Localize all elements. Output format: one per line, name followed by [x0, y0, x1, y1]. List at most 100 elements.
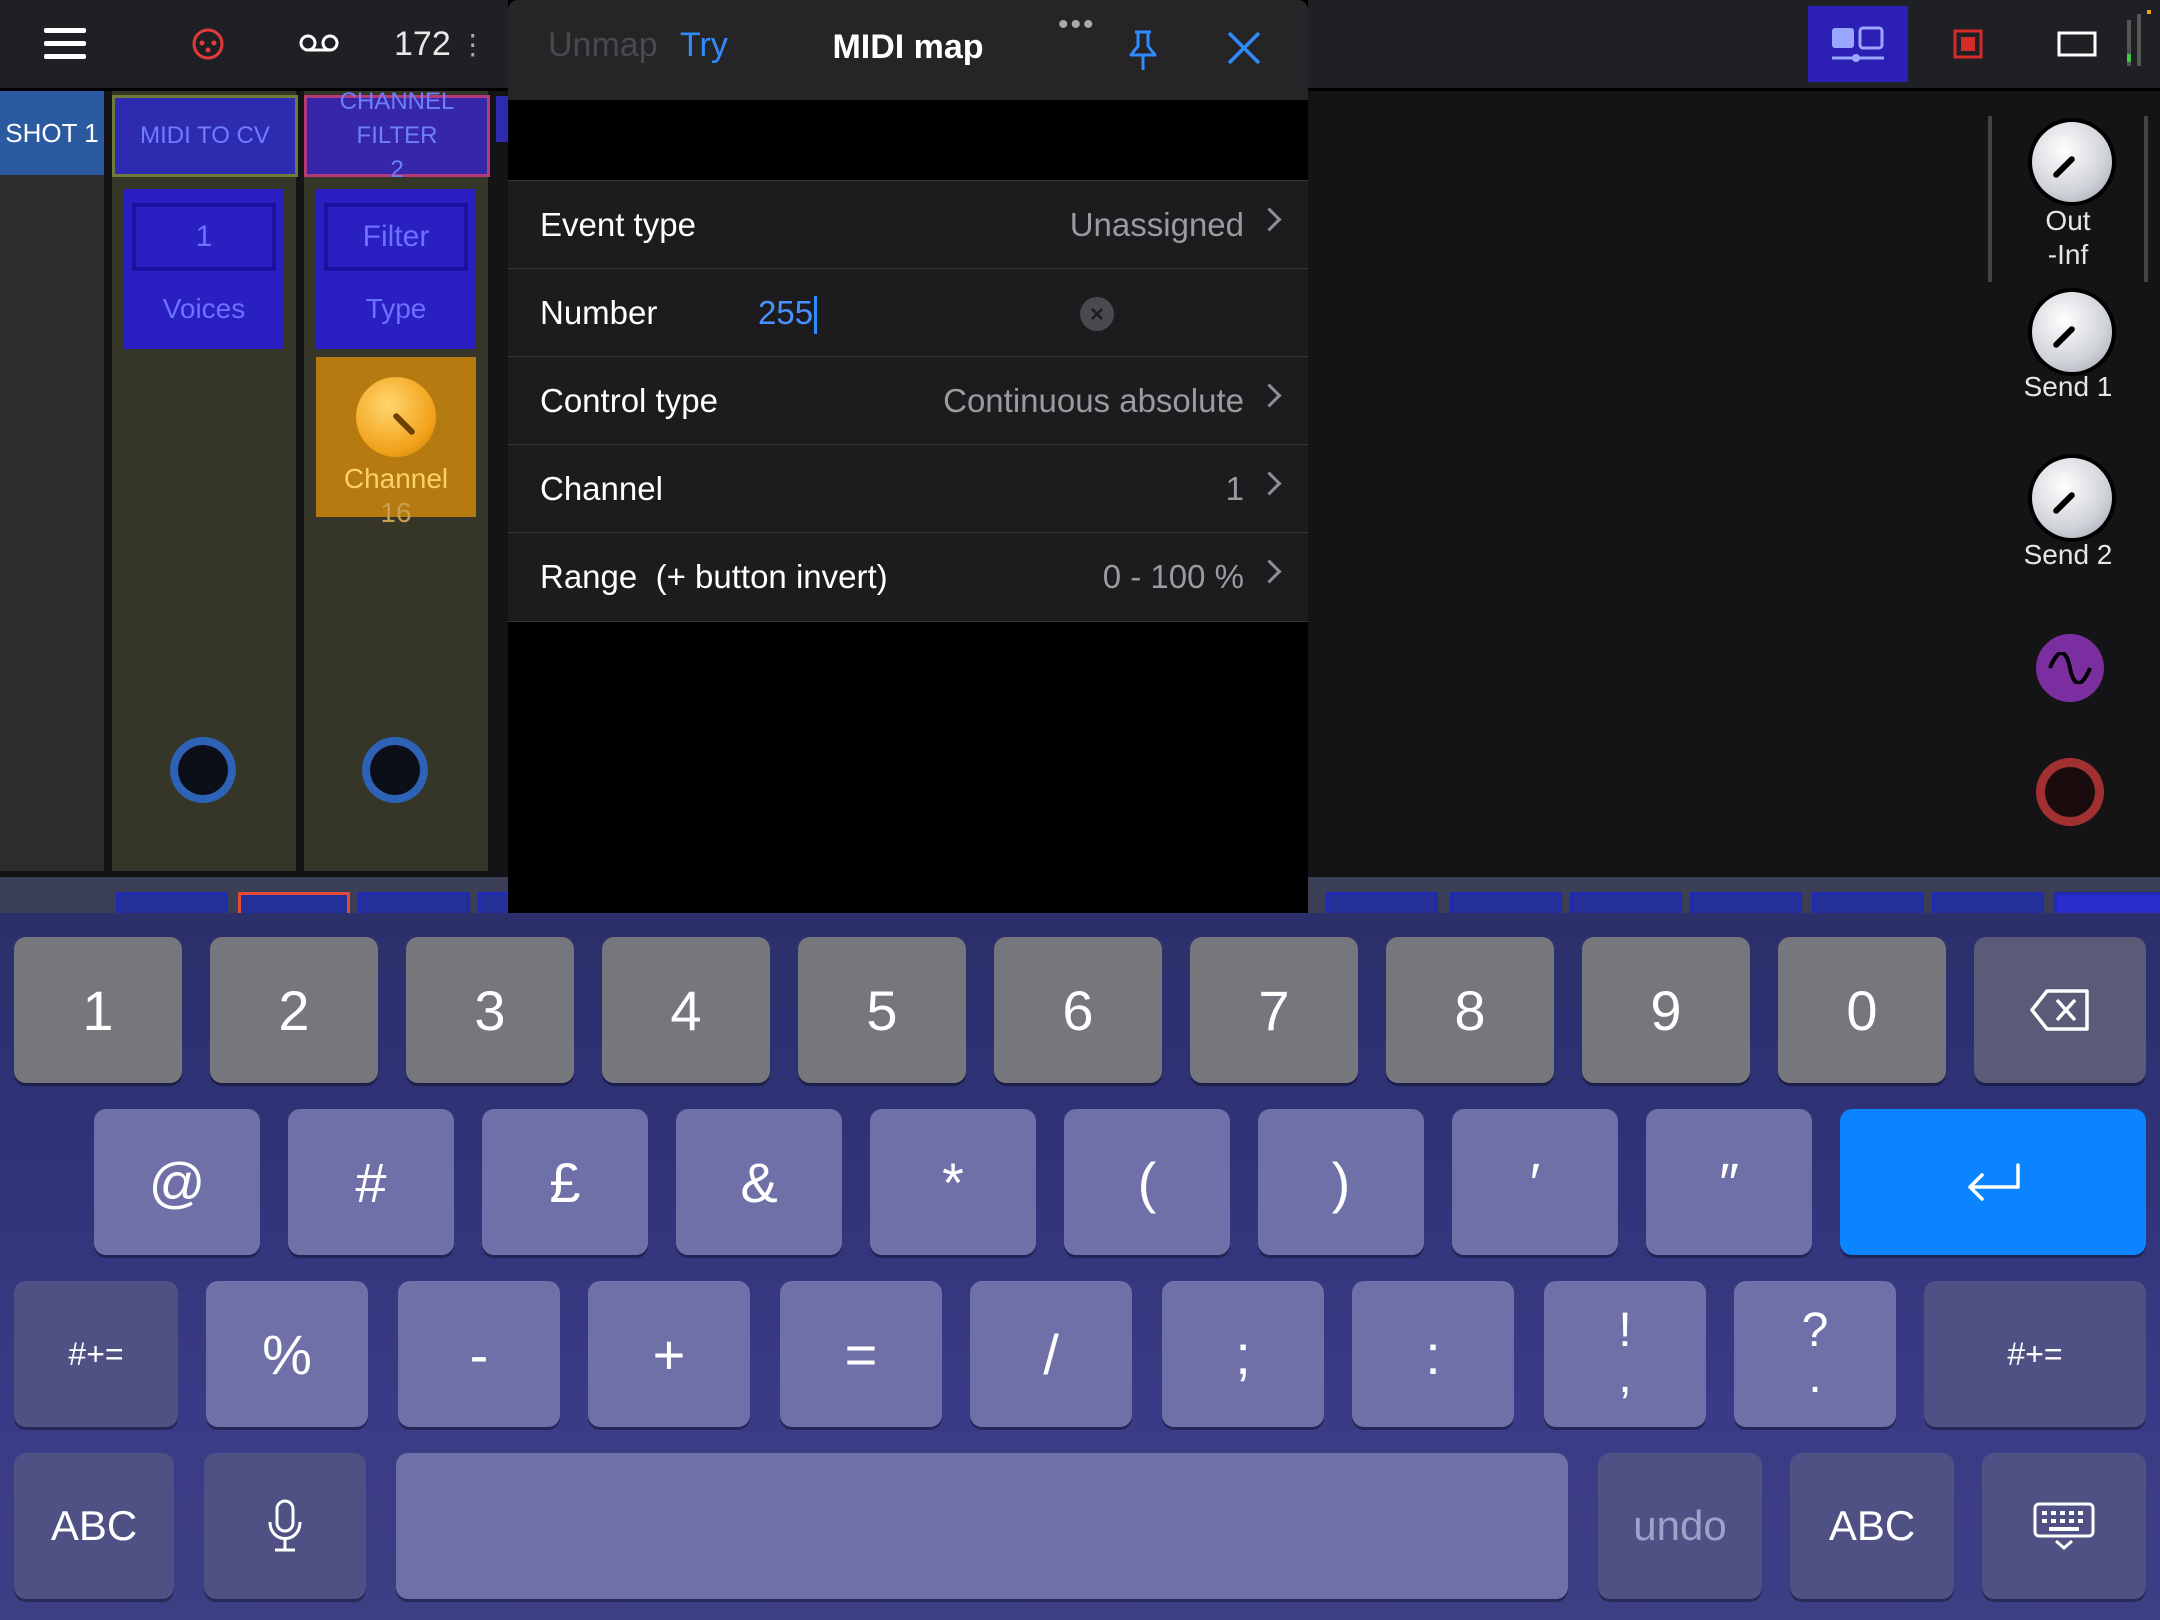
- key-double-prime[interactable]: ″: [1646, 1109, 1812, 1255]
- strip-tab[interactable]: [116, 892, 228, 915]
- key-2[interactable]: 2: [210, 937, 378, 1083]
- more-symbols-key[interactable]: #+=: [14, 1281, 178, 1427]
- dismiss-keyboard-key[interactable]: [1982, 1453, 2146, 1599]
- tempo-value: 172: [394, 24, 451, 63]
- lfo-wave-icon[interactable]: [2036, 634, 2104, 702]
- strip-tab[interactable]: [1932, 892, 2044, 915]
- key-1[interactable]: 1: [14, 937, 182, 1083]
- hamburger-menu-icon[interactable]: [40, 20, 90, 66]
- midi-output-port-icon[interactable]: [2036, 758, 2104, 826]
- channel-knob-icon[interactable]: [356, 377, 436, 457]
- strip-tab[interactable]: [358, 892, 470, 915]
- key-slash[interactable]: /: [970, 1281, 1132, 1427]
- return-key[interactable]: [1840, 1109, 2146, 1255]
- range-row[interactable]: Range (+ button invert) 0 - 100 %: [508, 532, 1308, 622]
- text-cursor: [814, 296, 818, 335]
- channel-knob-caption: Channel: [343, 463, 449, 494]
- record-stop-icon[interactable]: [1948, 24, 1988, 64]
- channel-filter-module: CHANNEL FILTER 2 Filter Type Channel 16: [304, 88, 490, 871]
- strip-tab[interactable]: [1326, 892, 1438, 915]
- key-prime[interactable]: ′: [1452, 1109, 1618, 1255]
- key-open-paren[interactable]: (: [1064, 1109, 1230, 1255]
- key-semicolon[interactable]: ;: [1162, 1281, 1324, 1427]
- midi-to-cv-module: MIDI TO CV 1 Voices: [112, 91, 298, 871]
- backspace-key[interactable]: [1974, 937, 2146, 1083]
- key-0[interactable]: 0: [1778, 937, 1946, 1083]
- number-field[interactable]: 255: [758, 269, 818, 357]
- key-hash[interactable]: #: [288, 1109, 454, 1255]
- unmap-button[interactable]: Unmap: [548, 26, 658, 65]
- key-asterisk[interactable]: *: [870, 1109, 1036, 1255]
- key-7[interactable]: 7: [1190, 937, 1358, 1083]
- key-4[interactable]: 4: [602, 937, 770, 1083]
- out-knob-icon[interactable]: [2028, 118, 2116, 206]
- key-3[interactable]: 3: [406, 937, 574, 1083]
- strip-tab[interactable]: [238, 892, 350, 915]
- clear-text-icon[interactable]: [1080, 297, 1114, 331]
- key-9[interactable]: 9: [1582, 937, 1750, 1083]
- key-colon[interactable]: :: [1352, 1281, 1514, 1427]
- strip-tab[interactable]: [1570, 892, 1682, 915]
- send-2-label: Send 2: [2023, 539, 2113, 570]
- key-equals[interactable]: =: [780, 1281, 942, 1427]
- key-ampersand[interactable]: &: [676, 1109, 842, 1255]
- strip-tab[interactable]: [1812, 892, 1924, 915]
- filter-type-parameter[interactable]: Filter Type: [316, 189, 476, 349]
- range-label-extra: (+ button invert): [655, 558, 888, 595]
- channel-filter-title-line2: 2: [390, 156, 404, 183]
- tape-loop-icon[interactable]: [296, 28, 342, 58]
- control-type-label: Control type: [540, 382, 718, 419]
- strip-tab[interactable]: [1690, 892, 1802, 915]
- tempo-display[interactable]: 172 ⋮: [394, 22, 487, 66]
- voices-parameter[interactable]: 1 Voices: [124, 189, 284, 349]
- key-plus[interactable]: +: [588, 1281, 750, 1427]
- key-8[interactable]: 8: [1386, 937, 1554, 1083]
- layout-toggle-button[interactable]: [1808, 6, 1908, 82]
- send-1-knob-icon[interactable]: [2028, 288, 2116, 376]
- space-key[interactable]: [396, 1453, 1568, 1599]
- voices-value: 1: [132, 203, 276, 271]
- window-icon[interactable]: [2054, 26, 2100, 62]
- undo-key[interactable]: undo: [1598, 1453, 1762, 1599]
- channel-knob-parameter[interactable]: Channel 16: [316, 357, 476, 528]
- key-question-period[interactable]: ?.: [1734, 1281, 1896, 1427]
- out-knob-label: Out: [2045, 205, 2091, 236]
- dictation-key[interactable]: [204, 1453, 366, 1599]
- key-close-paren[interactable]: ): [1258, 1109, 1424, 1255]
- key-6[interactable]: 6: [994, 937, 1162, 1083]
- channel-label: Channel: [540, 470, 663, 507]
- key-percent[interactable]: %: [206, 1281, 368, 1427]
- abc-key[interactable]: ABC: [14, 1453, 174, 1599]
- event-type-row[interactable]: Event type Unassigned: [508, 180, 1308, 269]
- midi-input-icon[interactable]: [188, 24, 228, 64]
- abc-key[interactable]: ABC: [1790, 1453, 1954, 1599]
- channel-filter-title-line1: CHANNEL FILTER: [339, 88, 455, 149]
- strip-tab[interactable]: [2054, 892, 2160, 915]
- strip-tab[interactable]: [1450, 892, 1562, 915]
- control-type-row[interactable]: Control type Continuous absolute: [508, 356, 1308, 445]
- key-period-glyph: .: [1808, 1350, 1822, 1403]
- more-options-icon[interactable]: •••: [1058, 8, 1096, 42]
- midi-to-cv-title[interactable]: MIDI TO CV: [112, 95, 298, 177]
- control-type-value: Continuous absolute: [943, 382, 1244, 419]
- close-icon[interactable]: [1226, 30, 1266, 70]
- try-button[interactable]: Try: [680, 26, 728, 65]
- voices-caption: Voices: [162, 293, 246, 324]
- key-5[interactable]: 5: [798, 937, 966, 1083]
- midi-port-icon[interactable]: [170, 737, 236, 803]
- chevron-right-icon: [1257, 559, 1282, 584]
- chevron-right-icon: [1257, 207, 1282, 232]
- range-value: 0 - 100 %: [1102, 558, 1244, 595]
- channel-row[interactable]: Channel 1: [508, 444, 1308, 533]
- more-symbols-key[interactable]: #+=: [1924, 1281, 2146, 1427]
- pin-icon[interactable]: [1126, 28, 1166, 74]
- midi-port-icon[interactable]: [362, 737, 428, 803]
- key-pound[interactable]: £: [482, 1109, 648, 1255]
- event-type-label: Event type: [540, 206, 696, 243]
- shot-label[interactable]: SHOT 1: [0, 91, 104, 175]
- send-2-knob-icon[interactable]: [2028, 454, 2116, 542]
- key-minus[interactable]: -: [398, 1281, 560, 1427]
- key-at[interactable]: @: [94, 1109, 260, 1255]
- channel-filter-title[interactable]: CHANNEL FILTER 2: [304, 88, 490, 183]
- key-exclaim-comma[interactable]: !,: [1544, 1281, 1706, 1427]
